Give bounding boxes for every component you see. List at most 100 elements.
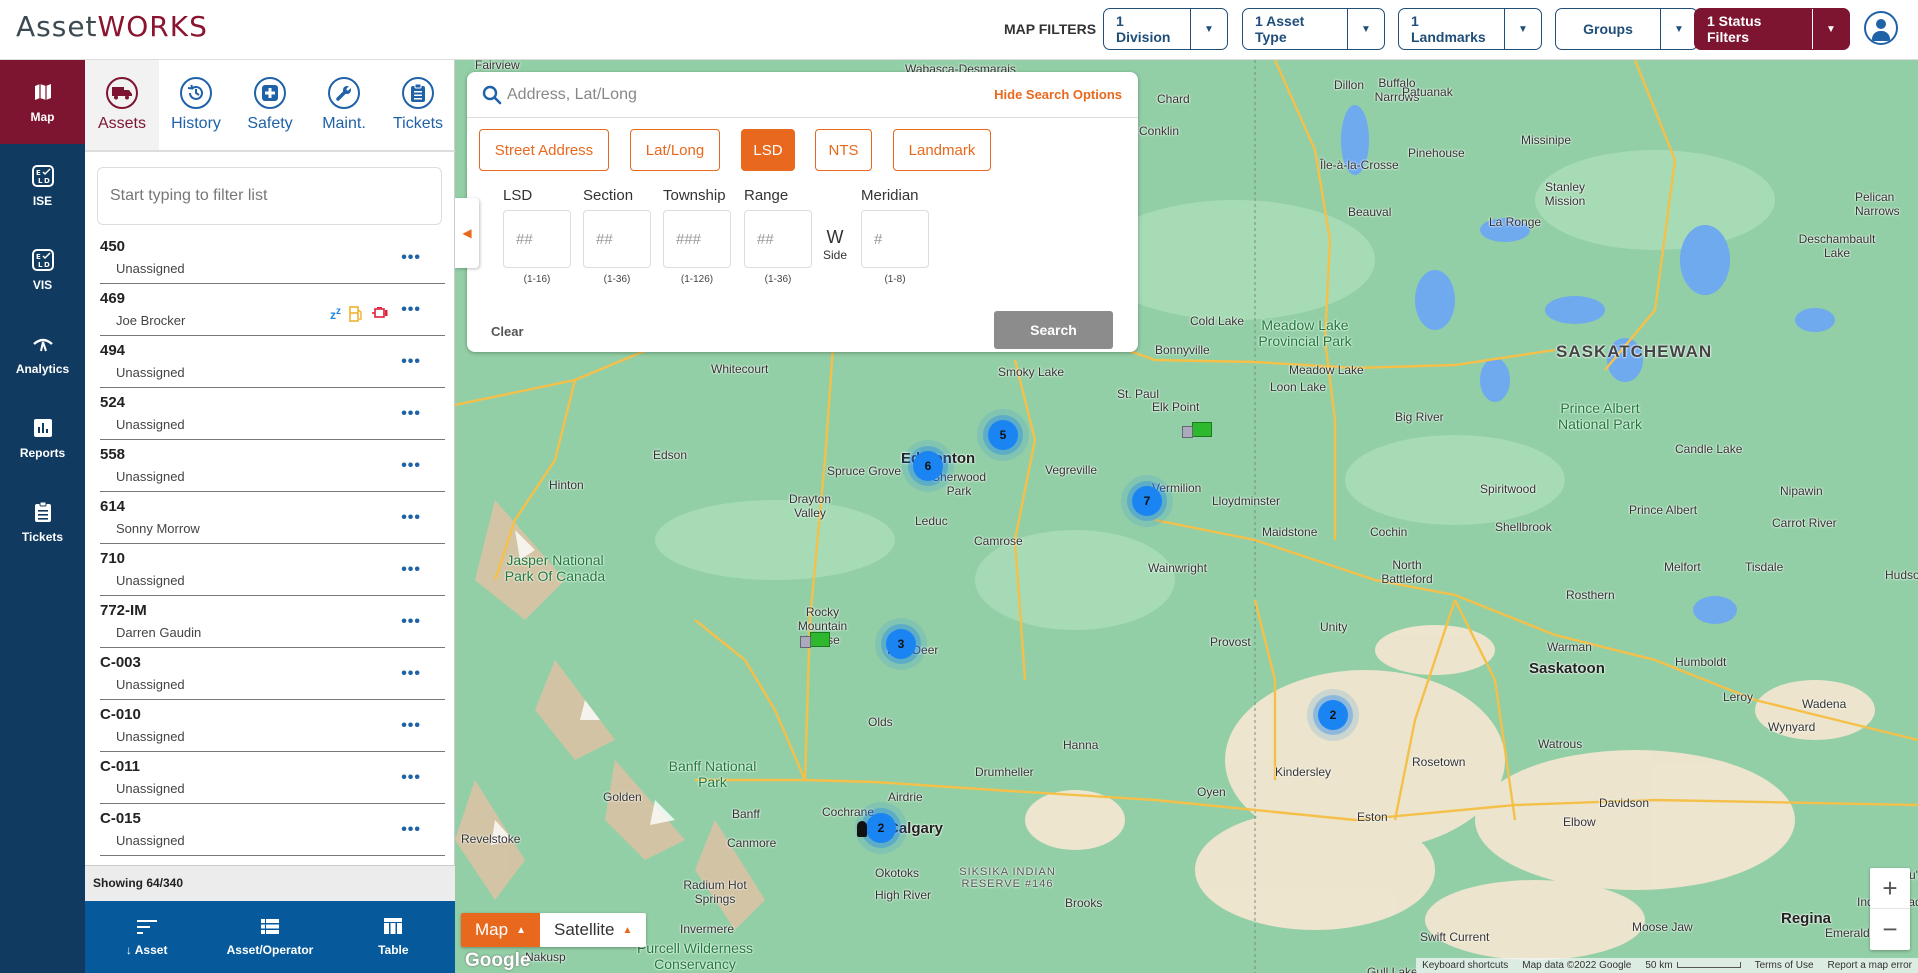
more-options-icon[interactable]: ••• [401,301,421,319]
chevron-down-icon[interactable]: ▼ [1348,9,1384,49]
asset-row[interactable]: C-020 [100,856,445,862]
map-type-satellite-button[interactable]: Satellite ▲ [539,913,647,947]
asset-cluster-marker[interactable]: 2 [1318,700,1348,730]
asset-row[interactable]: 710 Unassigned ••• [100,544,445,596]
tab-history[interactable]: History [159,60,233,150]
tab-maintenance[interactable]: Maint. [307,60,381,150]
more-options-icon[interactable]: ••• [401,769,421,787]
groups-filter-label[interactable]: Groups [1556,9,1661,49]
tab-tickets[interactable]: Tickets [381,60,455,150]
zoom-in-button[interactable]: + [1870,868,1910,909]
assetworks-logo[interactable]: AssetWORKS [16,10,208,43]
map-canvas[interactable]: Fairview Wabasca-Desmarais Chard Conklin… [455,60,1918,973]
division-filter-label[interactable]: 1 Division [1104,9,1191,49]
collapse-panel-button[interactable]: ◀ [455,198,479,268]
zoom-out-button[interactable]: − [1870,909,1910,950]
asset-row[interactable]: 450 Unassigned ••• [100,232,445,284]
asset-type-filter[interactable]: 1 Asset Type ▼ [1242,8,1385,50]
svg-text:E: E [36,253,41,261]
asset-row[interactable]: 558 Unassigned ••• [100,440,445,492]
report-map-error-link[interactable]: Report a map error [1828,960,1912,971]
keyboard-shortcuts-link[interactable]: Keyboard shortcuts [1422,960,1508,971]
asset-cluster-marker[interactable]: 5 [988,420,1018,450]
tab-assets[interactable]: Assets [85,60,159,150]
list-count-status: Showing 64/340 [85,865,455,901]
groups-filter[interactable]: Groups ▼ [1555,8,1698,50]
asset-row[interactable]: C-011 Unassigned ••• [100,752,445,804]
asset-row[interactable]: C-010 Unassigned ••• [100,700,445,752]
nav-tickets[interactable]: Tickets [0,480,85,564]
more-options-icon[interactable]: ••• [401,613,421,631]
section-range-hint: (1-36) [603,274,631,285]
landmarks-filter[interactable]: 1 Landmarks ▼ [1398,8,1542,50]
asset-filter-input[interactable] [97,167,442,225]
asset-cluster-marker[interactable]: 3 [886,629,916,659]
map-label: Pinehouse [1408,146,1465,160]
user-profile-icon[interactable] [1864,11,1898,45]
nav-vis[interactable]: ELD VIS [0,228,85,312]
chevron-down-icon[interactable]: ▼ [1191,9,1227,49]
more-options-icon[interactable]: ••• [401,405,421,423]
asset-cluster-marker[interactable]: 7 [1132,486,1162,516]
more-options-icon[interactable]: ••• [401,353,421,371]
truck-marker-icon[interactable] [1182,422,1212,442]
more-options-icon[interactable]: ••• [401,821,421,839]
asset-list[interactable]: 450 Unassigned ••• 469 Joe Brocker zz ••… [85,232,455,862]
asset-row[interactable]: 614 Sonny Morrow ••• [100,492,445,544]
division-filter[interactable]: 1 Division ▼ [1103,8,1228,50]
meridian-range-hint: (1-8) [884,274,906,285]
search-type-lsd[interactable]: LSD [741,129,795,171]
asset-row[interactable]: C-003 Unassigned ••• [100,648,445,700]
nav-reports[interactable]: Reports [0,396,85,480]
more-options-icon[interactable]: ••• [401,457,421,475]
nav-ise[interactable]: ELD ISE [0,144,85,228]
hide-search-options-link[interactable]: Hide Search Options [994,87,1122,102]
search-button[interactable]: Search [994,311,1113,349]
range-input[interactable] [744,210,812,268]
search-type-nts[interactable]: NTS [815,129,872,171]
landmarks-filter-label[interactable]: 1 Landmarks [1399,9,1505,49]
asset-marker-icon[interactable] [857,821,867,837]
map-type-map-button[interactable]: Map ▲ [461,913,540,947]
asset-row[interactable]: 524 Unassigned ••• [100,388,445,440]
asset-operator: Unassigned [116,365,185,380]
status-filters[interactable]: 1 Status Filters ▼ [1694,8,1850,50]
asset-row[interactable]: 494 Unassigned ••• [100,336,445,388]
tab-safety[interactable]: Safety [233,60,307,150]
lsd-input[interactable] [503,210,571,268]
more-options-icon[interactable]: ••• [401,249,421,267]
more-options-icon[interactable]: ••• [401,717,421,735]
search-type-landmark[interactable]: Landmark [893,129,991,171]
asset-type-filter-label[interactable]: 1 Asset Type [1243,9,1348,49]
asset-operator-view-button[interactable]: Asset/Operator [208,901,331,973]
asset-row[interactable]: C-015 Unassigned ••• [100,804,445,856]
status-filters-label[interactable]: 1 Status Filters [1695,9,1813,49]
map-filters-label: MAP FILTERS [1004,21,1097,37]
sort-by-asset-button[interactable]: ↓ Asset [85,901,208,973]
chevron-down-icon[interactable]: ▼ [1813,9,1849,49]
truck-marker-icon[interactable] [800,632,830,652]
scale-label: 50 km [1645,960,1673,971]
more-options-icon[interactable]: ••• [401,561,421,579]
asset-cluster-marker[interactable]: 6 [913,451,943,481]
chevron-down-icon[interactable]: ▼ [1661,9,1697,49]
asset-cluster-marker[interactable]: 2 [866,813,896,843]
map-label: Conklin [1139,124,1180,138]
meridian-input[interactable] [861,210,929,268]
township-input[interactable] [663,210,731,268]
clear-button[interactable]: Clear [491,324,524,339]
asset-row[interactable]: 772-IM Darren Gaudin ••• [100,596,445,648]
more-options-icon[interactable]: ••• [401,509,421,527]
nav-analytics[interactable]: Analytics [0,312,85,396]
address-search-input[interactable] [507,80,927,110]
terms-of-use-link[interactable]: Terms of Use [1755,960,1814,971]
chevron-down-icon[interactable]: ▼ [1505,9,1541,49]
search-type-lat-long[interactable]: Lat/Long [630,129,720,171]
table-view-button[interactable]: Table [332,901,455,973]
range-field-group: Range (1-36) [744,187,812,285]
search-type-street-address[interactable]: Street Address [479,129,609,171]
section-input[interactable] [583,210,651,268]
nav-map[interactable]: Map [0,60,85,144]
asset-row[interactable]: 469 Joe Brocker zz ••• [100,284,445,336]
more-options-icon[interactable]: ••• [401,665,421,683]
